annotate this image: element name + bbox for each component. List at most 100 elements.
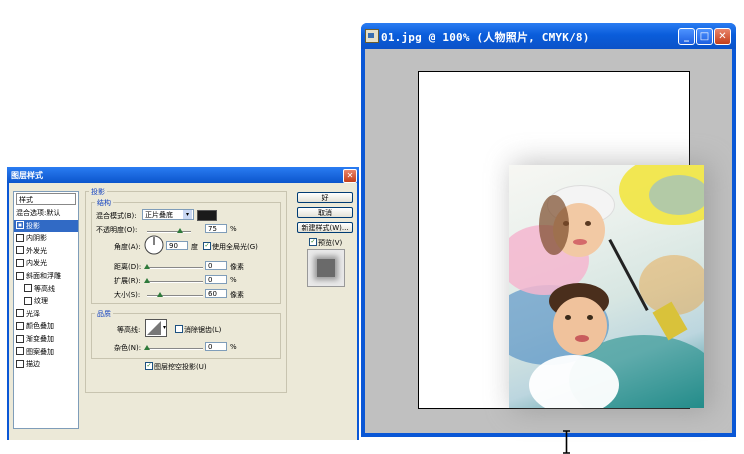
contour-label: 等高线: <box>117 326 141 334</box>
opacity-unit: % <box>230 225 237 233</box>
style-item[interactable]: 投影 <box>14 219 78 232</box>
dialog-title: 图层样式 <box>11 171 43 180</box>
style-item[interactable]: 图案叠加 <box>14 346 78 358</box>
style-item-label: 外发光 <box>26 246 47 255</box>
antialias-label: 消除锯齿(L) <box>184 326 222 334</box>
style-item-checkbox[interactable] <box>24 296 32 305</box>
style-item-checkbox[interactable] <box>16 233 24 242</box>
style-item-checkbox[interactable] <box>16 258 24 267</box>
ok-button[interactable]: 好 <box>297 192 353 203</box>
style-item-label: 光泽 <box>26 309 40 318</box>
angle-dial-icon[interactable] <box>144 235 164 255</box>
angle-input[interactable]: 90 <box>166 241 188 250</box>
spread-unit: % <box>230 276 237 284</box>
styles-header[interactable]: 样式 <box>16 193 76 205</box>
style-item-label: 内发光 <box>26 259 47 268</box>
noise-unit: % <box>230 343 237 351</box>
new-style-button[interactable]: 新建样式(W)... <box>297 222 353 233</box>
angle-unit: 度 <box>191 243 198 251</box>
noise-slider-thumb[interactable] <box>144 345 150 350</box>
style-item-checkbox[interactable] <box>24 284 32 293</box>
style-item[interactable]: 内发光 <box>14 257 78 269</box>
preview-label: 预览(V) <box>318 239 343 247</box>
style-item[interactable]: 斜面和浮雕 <box>14 270 78 282</box>
style-item-checkbox[interactable] <box>16 271 24 280</box>
style-item[interactable]: 颜色叠加 <box>14 320 78 332</box>
knockout-label: 图层挖空投影(U) <box>154 363 207 371</box>
style-item[interactable]: 光泽 <box>14 308 78 320</box>
dialog-title-bar[interactable]: 图层样式 ✕ <box>7 167 359 183</box>
opacity-input[interactable]: 75 <box>205 224 227 233</box>
size-label: 大小(S): <box>114 291 141 299</box>
style-item-label: 渐变叠加 <box>26 335 54 343</box>
quality-title: 品质 <box>95 309 113 319</box>
photoshop-document-icon <box>365 29 379 43</box>
knockout-checkbox[interactable]: ✓ <box>145 362 153 370</box>
size-slider-thumb[interactable] <box>157 292 164 297</box>
chevron-down-icon: ▾ <box>183 210 192 219</box>
distance-slider-thumb[interactable] <box>144 264 150 269</box>
style-item-label: 等高线 <box>34 284 55 293</box>
noise-label: 杂色(N): <box>114 344 142 352</box>
dialog-close-button[interactable]: ✕ <box>343 169 357 183</box>
style-item-label: 图案叠加 <box>26 347 54 356</box>
style-preview-swatch <box>307 249 345 287</box>
blend-mode-value: 正片叠底 <box>145 211 173 219</box>
contour-picker[interactable]: ▾ <box>145 319 167 337</box>
style-item[interactable]: 外发光 <box>14 245 78 257</box>
minimize-button[interactable]: _ <box>678 28 695 45</box>
noise-input[interactable]: 0 <box>205 342 227 351</box>
style-item[interactable]: 内阴影 <box>14 232 78 244</box>
spread-input[interactable]: 0 <box>205 275 227 284</box>
children-painting-photo <box>509 165 704 408</box>
style-item-checkbox[interactable] <box>16 347 24 356</box>
style-item[interactable]: 渐变叠加 <box>14 333 78 345</box>
spread-label: 扩展(R): <box>114 277 141 285</box>
blend-mode-select[interactable]: 正片叠底 ▾ <box>142 209 194 220</box>
style-item-label: 描边 <box>26 360 40 369</box>
style-item[interactable]: 等高线 <box>14 283 86 295</box>
document-title-bar[interactable]: 01.jpg @ 100% (人物照片, CMYK/8) _ □ ✕ <box>361 23 736 49</box>
chevron-down-icon: ▾ <box>162 324 166 331</box>
spread-slider[interactable] <box>144 278 203 283</box>
style-item-label: 颜色叠加 <box>26 322 54 331</box>
close-button[interactable]: ✕ <box>714 28 731 45</box>
style-item-checkbox[interactable] <box>16 334 24 343</box>
layer-style-dialog: 图层样式 ✕ 样式 混合选项:默认投影内阴影外发光内发光斜面和浮雕等高线纹理光泽… <box>7 167 359 440</box>
style-item-checkbox[interactable] <box>16 246 24 255</box>
global-light-checkbox[interactable]: ✓ <box>203 242 211 250</box>
styles-list: 样式 混合选项:默认投影内阴影外发光内发光斜面和浮雕等高线纹理光泽颜色叠加渐变叠… <box>13 191 79 429</box>
size-input[interactable]: 60 <box>205 289 227 298</box>
size-slider[interactable] <box>147 292 203 297</box>
cancel-button[interactable]: 取消 <box>297 207 353 218</box>
document-canvas[interactable] <box>365 49 732 454</box>
style-item[interactable]: 描边 <box>14 358 78 370</box>
structure-title: 结构 <box>95 198 113 208</box>
style-item-checkbox[interactable] <box>16 309 24 318</box>
style-item-checkbox[interactable] <box>16 221 24 230</box>
style-item-label: 纹理 <box>34 297 48 306</box>
style-item-label: 投影 <box>26 221 40 230</box>
document-window: 01.jpg @ 100% (人物照片, CMYK/8) _ □ ✕ <box>361 23 736 454</box>
style-item[interactable]: 混合选项:默认 <box>14 207 80 219</box>
distance-input[interactable]: 0 <box>205 261 227 270</box>
opacity-slider[interactable] <box>147 228 191 233</box>
shadow-color-swatch[interactable] <box>197 210 217 221</box>
antialias-checkbox[interactable]: ✓ <box>175 325 183 333</box>
dialog-body: 样式 混合选项:默认投影内阴影外发光内发光斜面和浮雕等高线纹理光泽颜色叠加渐变叠… <box>9 183 357 440</box>
style-item-label: 内阴影 <box>26 234 47 243</box>
distance-slider[interactable] <box>144 264 203 269</box>
opacity-slider-thumb[interactable] <box>177 228 183 233</box>
maximize-button[interactable]: □ <box>696 28 713 45</box>
style-item-checkbox[interactable] <box>16 321 24 330</box>
style-item[interactable]: 纹理 <box>14 295 86 307</box>
style-item-checkbox[interactable] <box>16 359 24 368</box>
document-title: 01.jpg @ 100% (人物照片, CMYK/8) <box>381 31 590 44</box>
distance-unit: 像素 <box>230 263 244 271</box>
preview-checkbox[interactable]: ✓ <box>309 238 317 246</box>
spread-slider-thumb[interactable] <box>144 278 150 283</box>
global-light-label: 使用全局光(G) <box>212 243 258 251</box>
size-unit: 像素 <box>230 291 244 299</box>
blend-mode-label: 混合模式(B): <box>96 212 137 220</box>
noise-slider[interactable] <box>144 345 203 350</box>
